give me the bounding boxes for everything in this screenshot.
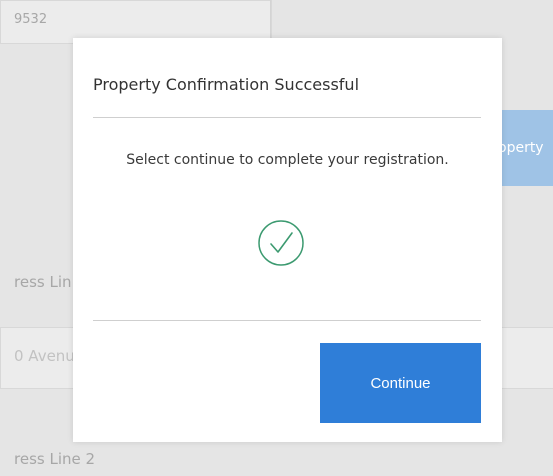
bg-address-line2-label: ress Line 2: [14, 450, 96, 468]
dialog-bottom-divider: [93, 320, 481, 321]
dialog-message: Select continue to complete your registr…: [126, 152, 449, 168]
check-circle-icon: [257, 219, 305, 267]
dialog-title: Property Confirmation Successful: [93, 75, 360, 94]
bg-divider: [270, 0, 271, 42]
bg-property-button-label: operty: [498, 140, 544, 156]
dialog-top-divider: [93, 117, 481, 118]
bg-top-field-value: 9532: [14, 12, 48, 27]
bg-address-line-label: ress Lin: [14, 273, 72, 291]
confirmation-dialog: Property Confirmation Successful Select …: [73, 38, 502, 442]
bg-address-value: 0 Avenu: [14, 347, 75, 365]
continue-button[interactable]: Continue: [320, 343, 481, 423]
